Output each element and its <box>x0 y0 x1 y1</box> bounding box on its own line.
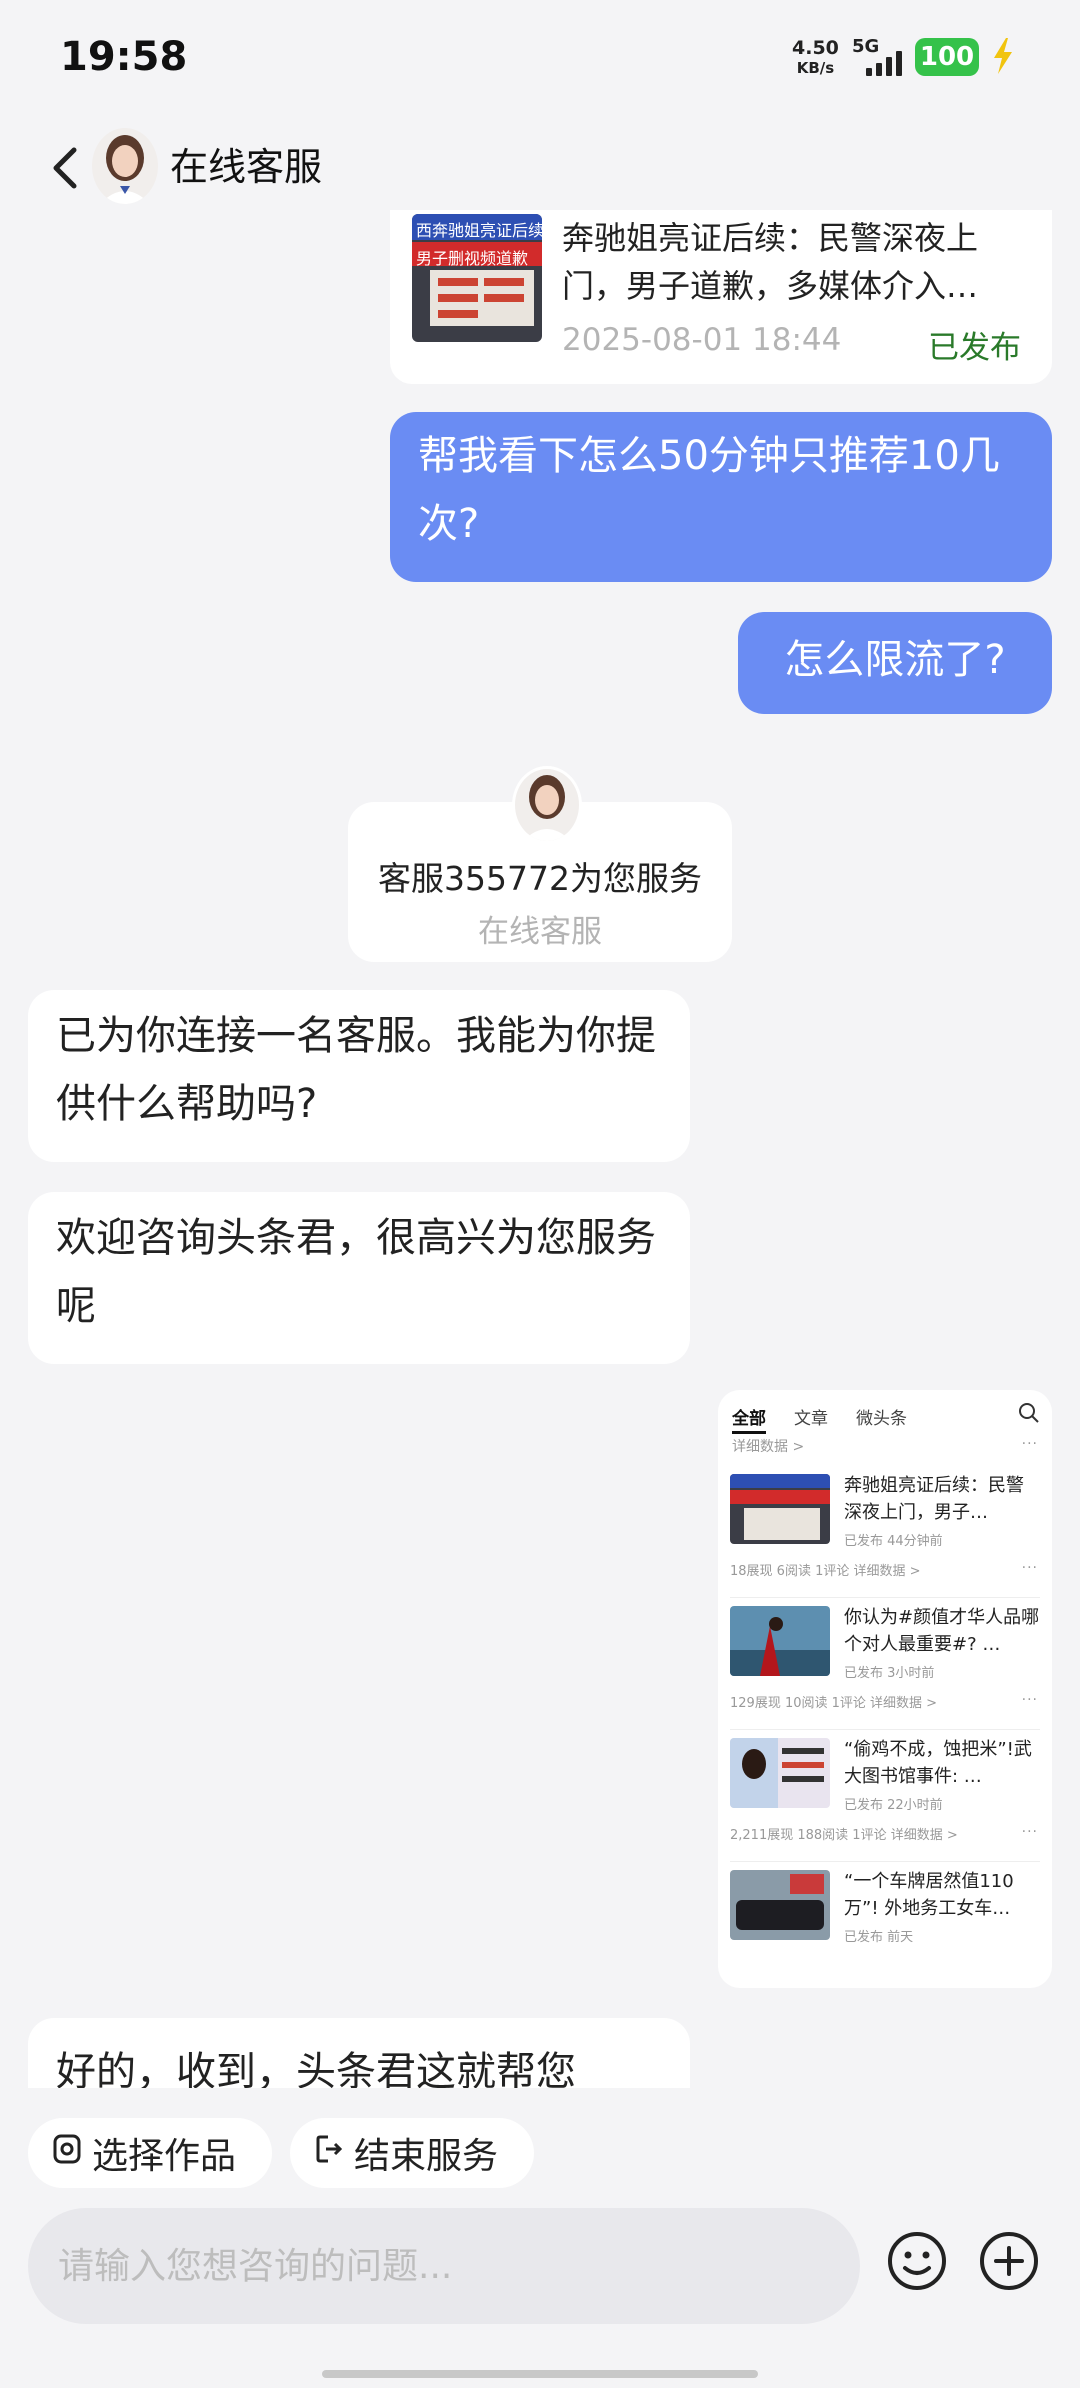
battery-indicator: 100 <box>915 38 979 76</box>
thumbnail-caption: 西奔驰姐亮证后续 <box>416 221 542 240</box>
screenshot-list-item: 你认为#颜值才华人品哪个对人最重要#? … 已发布 3小时前 129展现 10阅… <box>718 1598 1052 1730</box>
charging-icon <box>988 36 1016 80</box>
emoji-icon[interactable] <box>886 2230 948 2292</box>
item-meta: 已发布 前天 <box>844 1930 914 1945</box>
item-meta: 已发布 22小时前 <box>844 1798 943 1813</box>
item-stats: 2,211展现 188阅读 1评论 详细数据 > <box>730 1828 958 1843</box>
screenshot-tab: 微头条 <box>856 1409 907 1429</box>
item-thumbnail <box>730 1474 830 1544</box>
agent-role: 在线客服 <box>478 914 602 950</box>
search-icon <box>1018 1402 1040 1428</box>
end-service-label: 结束服务 <box>354 2136 499 2177</box>
chevron-left-icon[interactable] <box>48 146 82 190</box>
article-thumbnail: 西奔驰姐亮证后续 男子删视频道歉 <box>412 214 542 342</box>
agent-avatar <box>512 766 582 844</box>
agent-message: 欢迎咨询头条君，很高兴为您服务呢 <box>28 1192 690 1364</box>
screenshot-list-item: 奔驰姐亮证后续：民警深夜上门，男子… 已发布 44分钟前 18展现 6阅读 1评… <box>718 1466 1052 1598</box>
network-speed: 4.50 KB/s <box>792 38 839 78</box>
works-icon <box>52 2133 82 2174</box>
network-speed-value: 4.50 <box>792 37 839 59</box>
item-thumbnail <box>730 1606 830 1676</box>
select-works-label: 选择作品 <box>92 2136 237 2177</box>
screenshot-tabs: 全部 文章 微头条 <box>732 1404 907 1434</box>
page-title: 在线客服 <box>170 145 323 189</box>
message-input-container <box>28 2208 860 2324</box>
status-badge: 已发布 <box>928 330 1021 366</box>
exit-icon <box>314 2133 344 2174</box>
user-message: 怎么限流了? <box>738 612 1052 714</box>
agent-message: 已为你连接一名客服。我能为你提供什么帮助吗? <box>28 990 690 1162</box>
item-stats: 129展现 10阅读 1评论 详细数据 > <box>730 1696 938 1711</box>
more-icon: ··· <box>1021 1824 1038 1840</box>
item-thumbnail <box>730 1738 830 1808</box>
item-thumbnail <box>730 1870 830 1940</box>
screenshot-detail-link: 详细数据 > <box>732 1439 805 1455</box>
agent-name: 客服355772为您服务 <box>378 859 702 898</box>
item-stats: 18展现 6阅读 1评论 详细数据 > <box>730 1564 921 1579</box>
user-message: 帮我看下怎么50分钟只推荐10几次? <box>390 412 1052 582</box>
signal-icon <box>866 50 902 76</box>
item-title: 你认为#颜值才华人品哪个对人最重要#? … <box>844 1607 1040 1655</box>
avatar <box>92 128 158 204</box>
shared-screenshot[interactable]: 全部 文章 微头条 详细数据 > ··· 奔驰姐亮证后续：民警深夜上门，男子… … <box>718 1390 1052 1988</box>
more-icon: ··· <box>1021 1692 1038 1708</box>
item-meta: 已发布 44分钟前 <box>844 1534 943 1549</box>
item-title: “一个车牌居然值110万”! 外地务工女车… <box>844 1871 1014 1919</box>
network-speed-unit: KB/s <box>796 59 835 77</box>
item-meta: 已发布 3小时前 <box>844 1666 935 1681</box>
screenshot-list-item: “偷鸡不成，蚀把米”!武大图书馆事件: … 已发布 22小时前 2,211展现 … <box>718 1730 1052 1862</box>
status-time: 19:58 <box>60 34 188 80</box>
more-icon: ··· <box>1021 1436 1038 1452</box>
select-works-button[interactable]: 选择作品 <box>28 2118 272 2188</box>
article-title: 奔驰姐亮证后续：民警深夜上门，男子道歉，多媒体介入… <box>562 219 979 305</box>
plus-icon[interactable] <box>978 2230 1040 2292</box>
home-indicator[interactable] <box>322 2370 758 2378</box>
article-date: 2025-08-01 18:44 <box>562 322 842 358</box>
end-service-button[interactable]: 结束服务 <box>290 2118 534 2188</box>
screenshot-tab: 全部 <box>732 1404 766 1434</box>
item-title: “偷鸡不成，蚀把米”!武大图书馆事件: … <box>844 1739 1032 1787</box>
screenshot-list-item: “一个车牌居然值110万”! 外地务工女车… 已发布 前天 <box>718 1862 1052 1988</box>
thumbnail-subcaption: 男子删视频道歉 <box>416 249 529 268</box>
more-icon: ··· <box>1021 1560 1038 1576</box>
item-title: 奔驰姐亮证后续：民警深夜上门，男子… <box>844 1475 1024 1523</box>
message-input[interactable] <box>56 2244 860 2288</box>
screenshot-tab: 文章 <box>794 1409 828 1429</box>
